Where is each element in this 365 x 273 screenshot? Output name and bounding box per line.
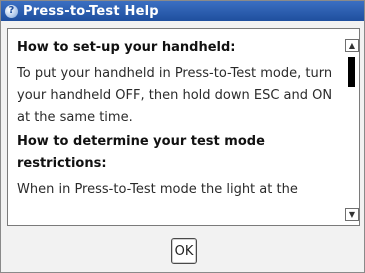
scroll-thumb[interactable] (348, 57, 355, 87)
help-content-frame: How to set-up your handheld: To put your… (7, 28, 360, 226)
ok-button[interactable]: OK (171, 238, 197, 264)
vertical-scrollbar[interactable]: ▲ ▼ (344, 29, 359, 225)
help-icon: ? (5, 4, 18, 18)
window-title: Press-to-Test Help (23, 3, 159, 19)
restrictions-paragraph: When in Press-to-Test mode the light at … (17, 182, 298, 197)
setup-heading: How to set-up your handheld: (17, 40, 236, 55)
chevron-down-icon: ▼ (348, 209, 356, 219)
restrictions-heading: How to determine your test mode restrict… (17, 134, 265, 171)
scroll-up-button[interactable]: ▲ (345, 39, 359, 52)
press-to-test-help-dialog: ? Press-to-Test Help How to set-up your … (0, 0, 365, 273)
title-bar: ? Press-to-Test Help (1, 1, 364, 21)
scroll-down-button[interactable]: ▼ (345, 208, 359, 221)
setup-paragraph: To put your handheld in Press-to-Test mo… (17, 66, 333, 125)
help-text-area: How to set-up your handheld: To put your… (8, 29, 342, 225)
chevron-up-icon: ▲ (348, 40, 356, 50)
